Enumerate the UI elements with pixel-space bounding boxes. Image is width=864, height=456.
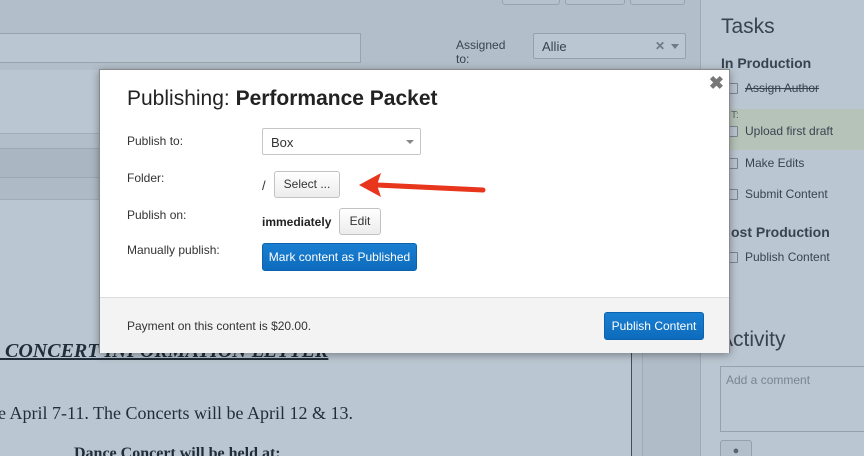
- dialog-title-content-name: Performance Packet: [235, 87, 438, 110]
- manually-publish-label: Manually publish:: [127, 243, 220, 257]
- arrow-left-icon: [359, 173, 486, 197]
- dialog-title: Publishing: Performance Packet: [127, 87, 438, 111]
- payment-text: Payment on this content is $20.00.: [127, 319, 312, 333]
- close-icon[interactable]: ✖: [709, 74, 724, 92]
- publish-to-value: Box: [271, 135, 294, 150]
- edit-schedule-button[interactable]: Edit: [339, 208, 381, 235]
- folder-path: /: [262, 178, 266, 193]
- publish-to-label: Publish to:: [127, 134, 184, 148]
- select-folder-button[interactable]: Select ...: [274, 171, 340, 198]
- dialog-footer: Payment on this content is $20.00. Publi…: [100, 297, 729, 353]
- chevron-down-icon: [406, 140, 414, 144]
- publish-content-button[interactable]: Publish Content: [604, 312, 704, 340]
- publishing-dialog: ✖ Publishing: Performance Packet Publish…: [99, 69, 730, 353]
- dialog-title-prefix: Publishing:: [127, 87, 230, 110]
- publish-on-label: Publish on:: [127, 208, 187, 222]
- publish-on-value: immediately: [262, 215, 332, 229]
- publish-to-select[interactable]: Box: [262, 128, 421, 155]
- folder-label: Folder:: [127, 171, 165, 185]
- mark-published-button[interactable]: Mark content as Published: [262, 243, 417, 271]
